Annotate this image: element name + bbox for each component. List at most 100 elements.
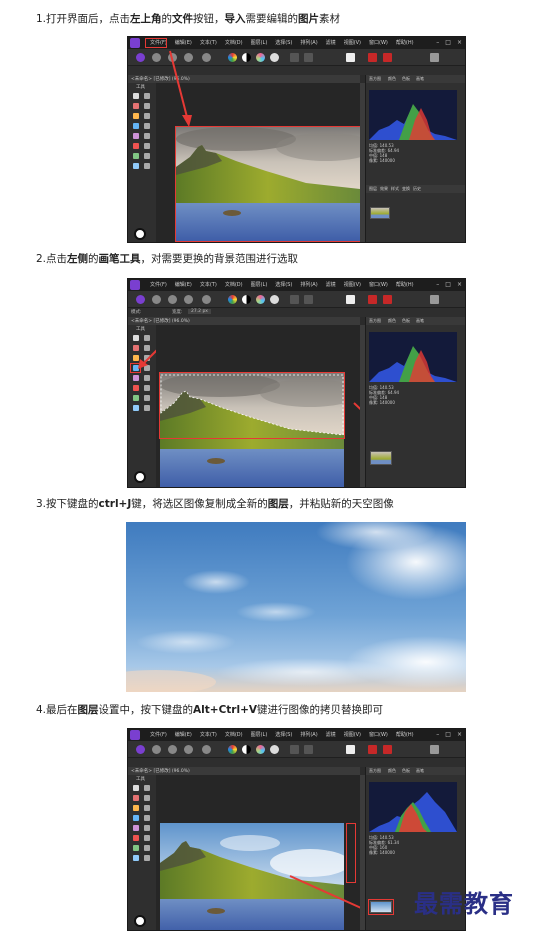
snap-icon[interactable] <box>383 295 392 304</box>
document-tab[interactable]: <未命名> [已修改] (96.0%) <box>128 75 360 83</box>
minimize-icon[interactable]: – <box>436 39 439 47</box>
tab-brushes[interactable]: 画笔 <box>416 76 424 82</box>
liquify-icon[interactable] <box>152 745 161 754</box>
selection-tool-icon[interactable] <box>144 795 150 801</box>
menu-arrange[interactable]: 排列(A) <box>296 729 321 741</box>
gradient-tool-icon[interactable] <box>144 815 150 821</box>
menu-document[interactable]: 文档(D) <box>221 37 247 49</box>
tab-transform[interactable]: 变换 <box>402 186 410 192</box>
develop-icon[interactable] <box>168 745 177 754</box>
tab-histogram[interactable]: 直方图 <box>369 768 381 774</box>
menu-layer[interactable]: 图层(L) <box>247 279 272 291</box>
fill-tool-icon[interactable] <box>133 123 139 129</box>
contrast-icon[interactable] <box>242 745 251 754</box>
crop-tool-icon[interactable] <box>133 103 139 109</box>
tonemap-icon[interactable] <box>184 745 193 754</box>
text-tool-icon[interactable] <box>144 845 150 851</box>
hsl-icon[interactable] <box>256 295 265 304</box>
menu-view[interactable]: 视图(V) <box>340 279 365 291</box>
develop-icon[interactable] <box>168 295 177 304</box>
menu-view[interactable]: 视图(V) <box>340 729 365 741</box>
heal-tool-icon[interactable] <box>144 375 150 381</box>
close-icon[interactable]: × <box>457 39 462 47</box>
settings-icon[interactable] <box>430 295 439 304</box>
tab-swatches[interactable]: 色板 <box>402 318 410 324</box>
tab-swatches[interactable]: 色板 <box>402 768 410 774</box>
share-icon[interactable] <box>202 745 211 754</box>
menu-select[interactable]: 选择(S) <box>271 37 296 49</box>
menu-help[interactable]: 帮助(H) <box>392 37 418 49</box>
shape-tool-icon[interactable] <box>133 855 139 861</box>
menu-layer[interactable]: 图层(L) <box>247 37 272 49</box>
tab-brushes[interactable]: 画笔 <box>416 768 424 774</box>
white-balance-icon[interactable] <box>270 745 279 754</box>
settings-icon[interactable] <box>430 745 439 754</box>
menu-help[interactable]: 帮助(H) <box>392 279 418 291</box>
tab-styles[interactable]: 样式 <box>391 186 399 192</box>
clone-tool-icon[interactable] <box>133 133 139 139</box>
persona-icon[interactable] <box>136 53 145 62</box>
move-tool-icon[interactable] <box>133 93 139 99</box>
color-wheel-icon[interactable] <box>228 745 237 754</box>
eraser-tool-icon[interactable] <box>144 805 150 811</box>
layer-thumbnail[interactable] <box>370 207 390 219</box>
settings-icon[interactable] <box>430 53 439 62</box>
menu-select[interactable]: 选择(S) <box>271 279 296 291</box>
brush-tool-icon[interactable] <box>133 805 139 811</box>
pen-tool-icon[interactable] <box>133 845 139 851</box>
mask-icon[interactable] <box>346 745 355 754</box>
pen-tool-icon[interactable] <box>133 395 139 401</box>
shape-tool-icon[interactable] <box>133 163 139 169</box>
menu-arrange[interactable]: 排列(A) <box>296 279 321 291</box>
tonemap-icon[interactable] <box>184 295 193 304</box>
shape-tool-icon[interactable] <box>133 405 139 411</box>
tab-effects[interactable]: 效果 <box>380 186 388 192</box>
tab-history[interactable]: 历史 <box>413 186 421 192</box>
color-wheel-icon[interactable] <box>228 295 237 304</box>
menu-text[interactable]: 文本(T) <box>196 37 221 49</box>
marquee-icon[interactable] <box>290 745 299 754</box>
brush-tool-icon[interactable] <box>133 113 139 119</box>
red-eye-tool-icon[interactable] <box>133 835 139 841</box>
maximize-icon[interactable]: □ <box>445 731 451 739</box>
menu-filter[interactable]: 滤镜 <box>322 729 340 741</box>
tab-color[interactable]: 颜色 <box>388 768 396 774</box>
white-balance-icon[interactable] <box>270 53 279 62</box>
document-tab[interactable]: <未命名> [已修改] (96.0%) <box>128 317 360 325</box>
menu-window[interactable]: 窗口(W) <box>365 37 392 49</box>
menu-filter[interactable]: 滤镜 <box>322 37 340 49</box>
menu-view[interactable]: 视图(V) <box>340 37 365 49</box>
white-balance-icon[interactable] <box>270 295 279 304</box>
move-tool-icon[interactable] <box>133 335 139 341</box>
menu-document[interactable]: 文档(D) <box>221 279 247 291</box>
share-icon[interactable] <box>202 53 211 62</box>
maximize-icon[interactable]: □ <box>445 281 451 289</box>
heal-tool-icon[interactable] <box>144 133 150 139</box>
minimize-icon[interactable]: – <box>436 731 439 739</box>
crop-tool-icon[interactable] <box>133 795 139 801</box>
dodge-tool-icon[interactable] <box>144 385 150 391</box>
contrast-icon[interactable] <box>242 295 251 304</box>
close-icon[interactable]: × <box>457 281 462 289</box>
selection-tool-icon[interactable] <box>144 103 150 109</box>
red-eye-tool-icon[interactable] <box>133 385 139 391</box>
record-icon[interactable] <box>368 53 377 62</box>
tab-brushes[interactable]: 画笔 <box>416 318 424 324</box>
menu-text[interactable]: 文本(T) <box>196 279 221 291</box>
dodge-tool-icon[interactable] <box>144 143 150 149</box>
layer-thumbnail[interactable] <box>370 451 392 465</box>
menu-layer[interactable]: 图层(L) <box>247 729 272 741</box>
liquify-icon[interactable] <box>152 295 161 304</box>
hsl-icon[interactable] <box>256 53 265 62</box>
record-icon[interactable] <box>368 295 377 304</box>
mask-icon[interactable] <box>346 295 355 304</box>
persona-icon[interactable] <box>136 295 145 304</box>
tab-color[interactable]: 颜色 <box>388 76 396 82</box>
tab-histogram[interactable]: 直方图 <box>369 318 381 324</box>
contrast-icon[interactable] <box>242 53 251 62</box>
marquee-icon[interactable] <box>290 53 299 62</box>
width-field[interactable]: 27.2 px <box>188 309 211 314</box>
pen-tool-icon[interactable] <box>133 153 139 159</box>
record-icon[interactable] <box>368 745 377 754</box>
persona-icon[interactable] <box>136 745 145 754</box>
